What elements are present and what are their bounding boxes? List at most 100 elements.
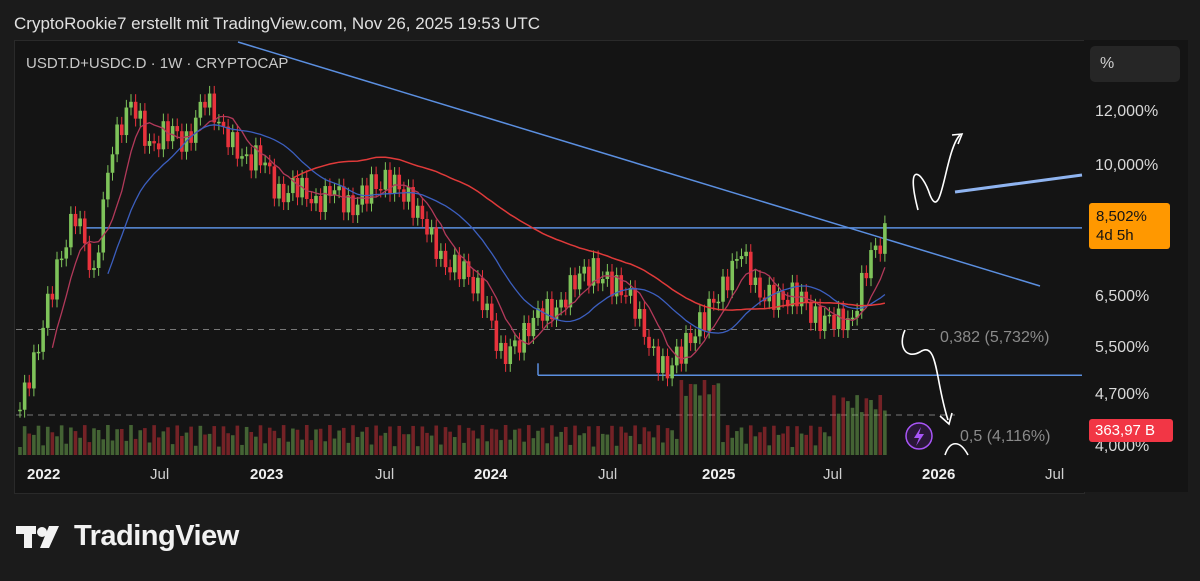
volume-bar bbox=[281, 425, 286, 455]
volume-bar bbox=[221, 426, 226, 455]
volume-bar bbox=[152, 425, 156, 455]
candle bbox=[873, 245, 878, 251]
candle bbox=[45, 293, 50, 328]
volume-bar bbox=[420, 426, 425, 455]
candle bbox=[869, 250, 873, 279]
last-price-badge: 8,502% 4d 5h bbox=[1089, 203, 1170, 249]
volume-bar bbox=[864, 398, 869, 455]
volume-bar bbox=[596, 426, 600, 455]
volume-bar bbox=[656, 425, 661, 455]
volume-bar bbox=[809, 425, 813, 455]
candle bbox=[476, 277, 480, 294]
volume-bar bbox=[170, 444, 175, 455]
candle bbox=[87, 243, 92, 271]
volume-bar bbox=[536, 430, 540, 455]
volume-bar bbox=[124, 440, 129, 455]
candle bbox=[249, 154, 254, 171]
candle bbox=[573, 275, 577, 290]
candle bbox=[610, 271, 614, 297]
candle bbox=[827, 314, 832, 317]
volume-bar bbox=[332, 438, 337, 455]
volume-bar bbox=[716, 383, 721, 455]
volume-bar bbox=[600, 433, 605, 455]
volume-bar bbox=[859, 412, 864, 455]
candle bbox=[462, 261, 466, 280]
volume-bar bbox=[568, 444, 573, 455]
candle bbox=[69, 213, 73, 248]
candle bbox=[698, 312, 702, 337]
candle bbox=[480, 277, 485, 311]
candle bbox=[369, 174, 374, 204]
volume-bar bbox=[341, 427, 346, 455]
volume-bar bbox=[254, 436, 258, 455]
volume-bar bbox=[226, 433, 230, 455]
volume-bar bbox=[337, 430, 341, 455]
volume-bar bbox=[776, 434, 781, 455]
candle bbox=[92, 267, 96, 271]
volume-bar bbox=[374, 425, 378, 455]
volume-bar bbox=[129, 425, 133, 455]
candle bbox=[559, 299, 563, 308]
volume-bar bbox=[300, 439, 304, 455]
candle bbox=[240, 156, 244, 159]
candle bbox=[374, 174, 378, 190]
candle bbox=[545, 298, 550, 321]
volume-bar bbox=[41, 445, 45, 455]
volume-bar bbox=[119, 428, 124, 455]
candle bbox=[258, 145, 263, 166]
candle bbox=[878, 245, 883, 254]
volume-bar bbox=[360, 431, 365, 455]
ma-short-line bbox=[51, 115, 886, 361]
volume-bar bbox=[22, 426, 27, 455]
candle bbox=[244, 154, 249, 157]
fib-label-05: 0,5 (4,116%) bbox=[960, 428, 1051, 445]
volume-bar bbox=[591, 446, 596, 455]
volume-bar bbox=[790, 446, 795, 455]
volume-bar bbox=[614, 445, 619, 455]
candle bbox=[309, 198, 314, 204]
volume-bar bbox=[425, 432, 429, 455]
candle bbox=[600, 278, 605, 284]
volume-bar bbox=[647, 431, 651, 455]
candle bbox=[59, 258, 64, 261]
volume-bar bbox=[36, 425, 41, 455]
volume-bar bbox=[855, 395, 859, 455]
volume-bar bbox=[633, 425, 637, 455]
volume-bar bbox=[383, 432, 388, 455]
candle bbox=[32, 352, 36, 389]
candle bbox=[78, 218, 82, 227]
candle bbox=[540, 308, 545, 321]
volume-bar bbox=[739, 427, 744, 455]
x-tick-label: 2023 bbox=[250, 466, 284, 483]
candle bbox=[198, 101, 203, 118]
volume-bar bbox=[503, 425, 508, 455]
candle bbox=[439, 250, 443, 259]
volume-bar bbox=[207, 433, 212, 455]
volume-bar bbox=[767, 445, 772, 455]
y-tick-label: 5,500% bbox=[1095, 339, 1150, 356]
volume-bar bbox=[143, 428, 147, 455]
volume-bar bbox=[27, 433, 32, 455]
candle bbox=[101, 199, 106, 253]
x-tick-label: Jul bbox=[598, 466, 618, 483]
candle bbox=[508, 346, 513, 365]
volume-bar bbox=[577, 435, 582, 455]
unit-selector[interactable]: % bbox=[1090, 46, 1180, 82]
candle bbox=[411, 187, 415, 218]
candle bbox=[64, 247, 69, 259]
y-tick-label: 6,500% bbox=[1095, 288, 1150, 305]
candle bbox=[526, 322, 531, 337]
volume-bar bbox=[166, 427, 170, 455]
volume-bar bbox=[684, 395, 688, 455]
candle bbox=[161, 121, 166, 150]
fib-label-0382: 0,382 (5,732%) bbox=[940, 329, 1050, 346]
volume-bar bbox=[674, 438, 679, 455]
volume-bar bbox=[369, 444, 374, 455]
volume-bar bbox=[485, 441, 489, 455]
candle bbox=[175, 126, 180, 132]
candle bbox=[50, 293, 55, 300]
volume-bar bbox=[184, 432, 189, 455]
volume-bar bbox=[554, 436, 559, 455]
volume-badge: 363,97 B bbox=[1089, 419, 1173, 442]
candle bbox=[809, 302, 813, 323]
